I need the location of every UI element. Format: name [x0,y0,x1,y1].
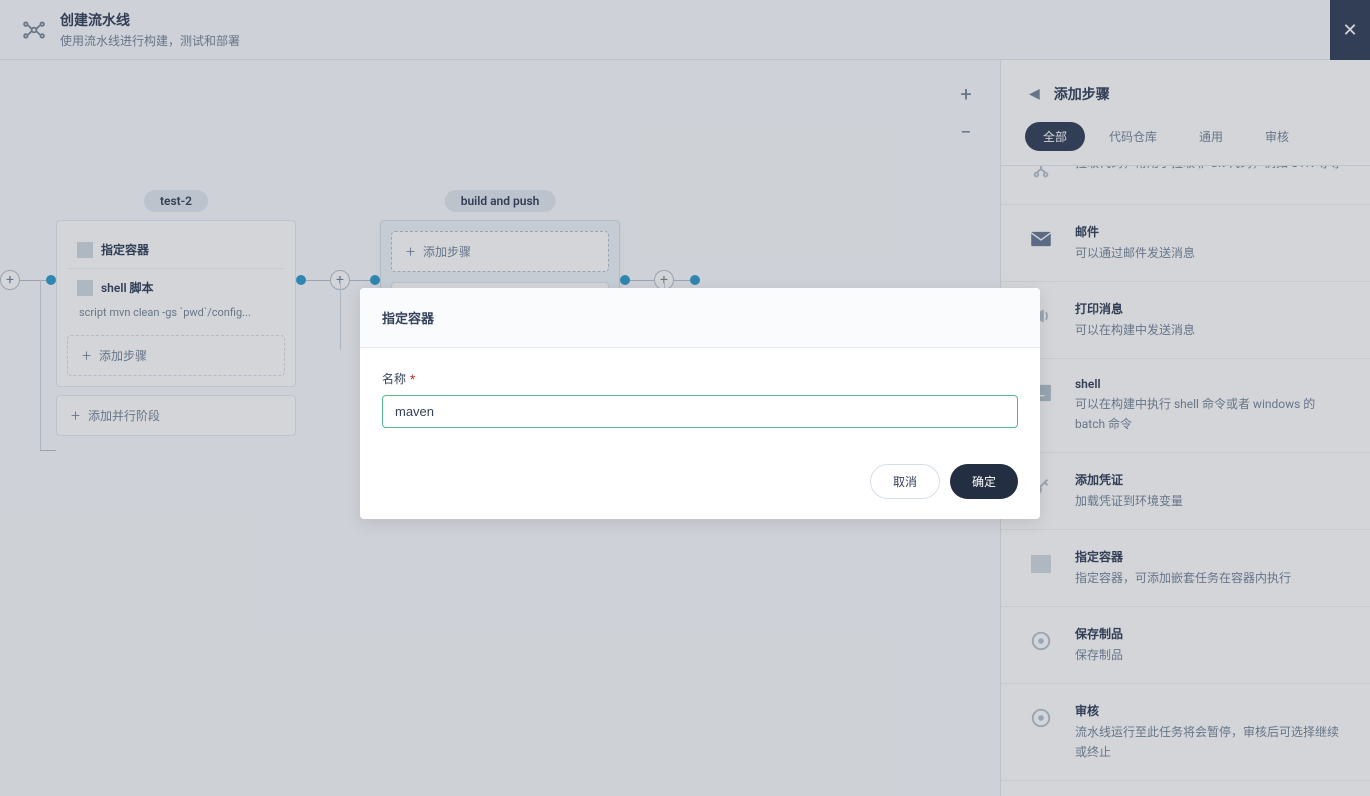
name-label-text: 名称 [382,372,406,386]
modal-title: 指定容器 [360,288,1040,348]
modal-body: 名称 * [360,348,1040,450]
name-label: 名称 * [382,370,1018,387]
ok-button[interactable]: 确定 [950,464,1018,499]
container-modal: 指定容器 名称 * 取消 确定 [360,288,1040,519]
required-mark: * [410,372,415,386]
cancel-button[interactable]: 取消 [870,464,940,499]
name-input[interactable] [382,395,1018,428]
modal-footer: 取消 确定 [360,450,1040,519]
